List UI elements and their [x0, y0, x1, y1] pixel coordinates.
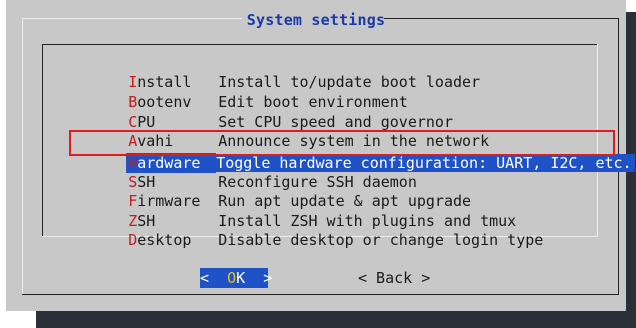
- dialog-shadow-bottom: [36, 311, 636, 328]
- dialog-border: [22, 294, 619, 295]
- menu-item-cpu[interactable]: CPU Set CPU speed and governor: [74, 92, 594, 131]
- menu-border: [42, 44, 598, 45]
- menu-item-firmware[interactable]: Firmware Run apt update & apt upgrade: [74, 171, 594, 210]
- system-settings-dialog: System settings Install Install to/update…: [6, 0, 635, 311]
- menu-item-avahi[interactable]: Avahi Announce system in the network: [74, 111, 594, 150]
- ok-button-left-bracket: <: [200, 269, 228, 287]
- ok-button[interactable]: < OK >: [200, 268, 272, 288]
- menu-item-desktop[interactable]: Desktop Disable desktop or change login t…: [74, 210, 594, 249]
- ok-button-label-rest: K: [236, 269, 246, 287]
- menu-item-bootenv[interactable]: Bootenv Edit boot environment: [74, 72, 594, 111]
- menu-item-hotkey: D: [128, 231, 138, 249]
- dialog-title: System settings: [246, 11, 386, 29]
- menu-item-key-rest: esktop: [137, 231, 192, 249]
- ok-button-hotkey: O: [227, 269, 237, 287]
- dialog-border: [22, 18, 23, 294]
- ok-button-right-bracket: >: [245, 269, 273, 287]
- annotation-highlight-box: [69, 130, 615, 156]
- menu-item-install[interactable]: Install Install to/update boot loader: [74, 52, 594, 91]
- menu-item-description: Disable desktop or change login type: [218, 231, 544, 249]
- menu-item-key: Desktop: [128, 230, 218, 250]
- menu-item-zsh[interactable]: ZSH Install ZSH with plugins and tmux: [74, 191, 594, 230]
- menu-list: Install Install to/update boot loader Boo…: [42, 44, 635, 249]
- menu-border: [42, 44, 43, 237]
- back-button[interactable]: < Back >: [358, 268, 430, 288]
